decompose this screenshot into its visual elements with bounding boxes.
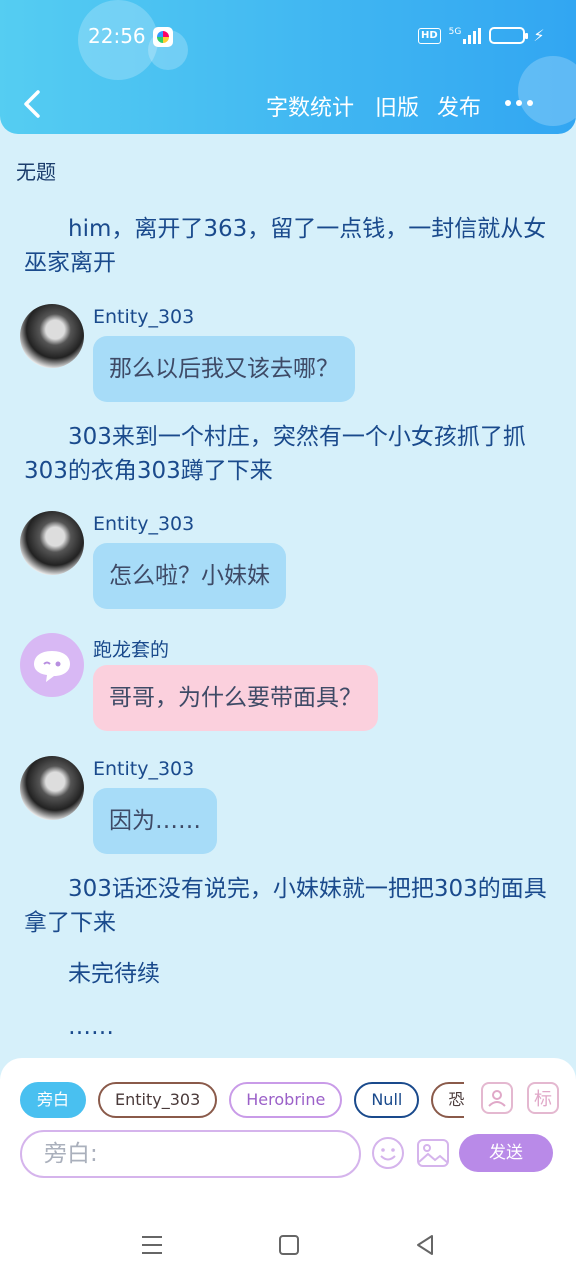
tag-label: 标 (534, 1089, 552, 1110)
app-notification-icon (153, 27, 173, 47)
top-header: 22:56 HD 5G ⚡ 字数统计 旧版 发布 (0, 0, 576, 134)
role-chip-null[interactable]: Null (354, 1082, 420, 1118)
header-decoration (518, 56, 576, 126)
speaker-name: Entity_303 (93, 513, 195, 535)
narration-paragraph[interactable]: him，离开了363，留了一点钱，一封信就从女巫家离开 (24, 212, 554, 280)
role-chip-fear[interactable]: 恐惧 (431, 1082, 464, 1118)
narration-paragraph[interactable]: 303话还没有说完，小妹妹就一把把303的面具拿了下来 (24, 872, 554, 940)
publish-button[interactable]: 发布 (437, 90, 481, 122)
role-chip-herobrine[interactable]: Herobrine (229, 1082, 343, 1118)
speaker-name: Entity_303 (93, 758, 195, 780)
word-count-button[interactable]: 字数统计 (266, 90, 354, 122)
tag-button[interactable]: 标 (527, 1082, 559, 1114)
signal-icon: 5G (448, 26, 482, 44)
role-chip-narrator[interactable]: 旁白 (20, 1082, 87, 1118)
old-version-button[interactable]: 旧版 (375, 90, 419, 122)
message-bubble[interactable]: 因为…… (93, 788, 217, 854)
narration-paragraph[interactable]: 未完待续 (24, 957, 554, 991)
status-indicators: HD 5G ⚡ (418, 26, 545, 45)
hd-badge: HD (418, 27, 441, 44)
narration-paragraph[interactable]: …… (24, 1010, 554, 1044)
send-button[interactable]: 发送 (459, 1134, 553, 1172)
message-bubble[interactable]: 哥哥，为什么要带面具？ (93, 665, 378, 731)
more-dots-icon (505, 100, 511, 106)
message-bubble[interactable]: 怎么啦？小妹妹 (93, 543, 286, 609)
image-icon (417, 1139, 449, 1167)
net-label: 5G (448, 26, 462, 37)
menu-icon[interactable] (138, 1232, 166, 1258)
emoji-icon (372, 1137, 404, 1169)
role-manage-button[interactable] (481, 1082, 513, 1114)
system-nav-bar (0, 1210, 576, 1280)
message-input[interactable]: 旁白: (20, 1130, 361, 1178)
emoji-button[interactable] (371, 1136, 405, 1170)
speaker-name: 跑龙套的 (93, 639, 170, 661)
home-square-icon[interactable] (275, 1232, 303, 1258)
avatar[interactable] (20, 511, 84, 575)
narration-paragraph[interactable]: 303来到一个村庄，突然有一个小女孩抓了抓303的衣角303蹲了下来 (24, 420, 554, 488)
avatar[interactable] (20, 756, 84, 820)
speaker-name: Entity_303 (93, 306, 195, 328)
document-title[interactable]: 无题 (16, 156, 56, 185)
role-chip-entity-303[interactable]: Entity_303 (98, 1082, 218, 1118)
role-selector: 旁白 Entity_303 Herobrine Null 恐惧 (20, 1082, 464, 1118)
charging-icon: ⚡ (533, 26, 545, 45)
message-bubble[interactable]: 那么以后我又该去哪？ (93, 336, 355, 402)
chat-bubble-icon (34, 651, 70, 682)
more-button[interactable] (505, 100, 533, 106)
status-time: 22:56 (88, 24, 146, 48)
user-card-icon (488, 1090, 506, 1107)
composer-panel: 旁白 Entity_303 Herobrine Null 恐惧 标 旁白: 发送 (0, 1058, 576, 1210)
back-triangle-icon[interactable] (412, 1232, 440, 1258)
avatar[interactable] (20, 304, 84, 368)
back-button[interactable] (18, 86, 50, 122)
image-button[interactable] (416, 1136, 450, 1170)
avatar[interactable] (20, 633, 84, 697)
battery-icon (489, 27, 529, 44)
chevron-left-icon (24, 90, 40, 118)
